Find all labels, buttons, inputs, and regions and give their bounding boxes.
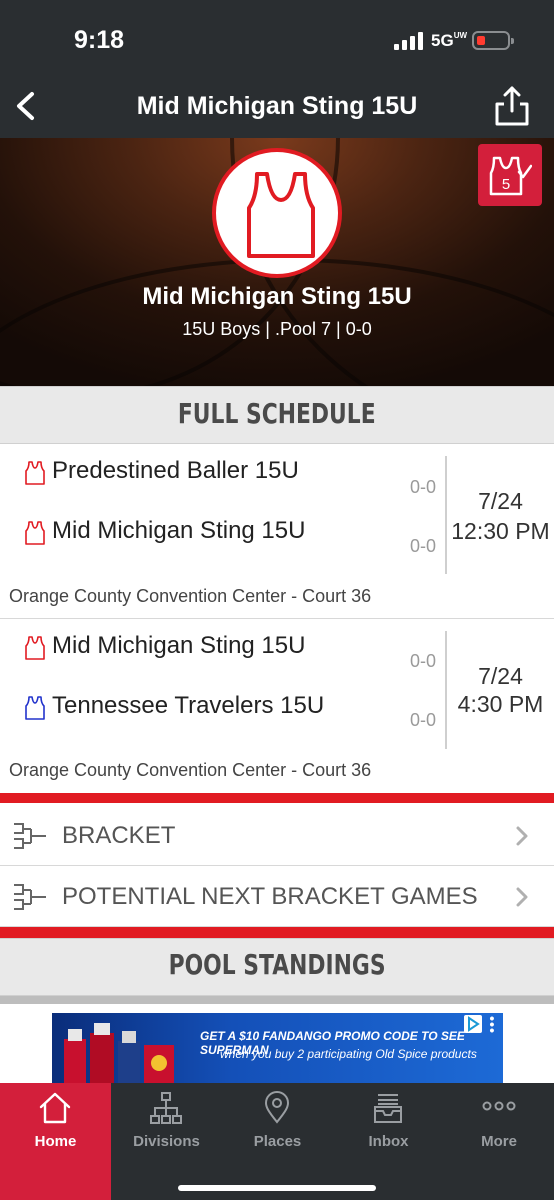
chevron-left-icon[interactable] [8,86,44,126]
product-image [64,1023,174,1083]
ad-subline: when you buy 2 participating Old Spice p… [220,1047,477,1061]
team-score: 0-0 [409,710,436,730]
team-name: Predestined Baller 15U [52,457,299,484]
jersey-icon [247,172,315,258]
jersey-icon [25,461,45,485]
battery-icon [472,31,514,50]
tab-divisions[interactable]: Divisions [111,1083,222,1165]
chevron-right-icon [516,826,528,846]
game-date: 7/24 [478,663,523,689]
tab-more[interactable]: More [444,1083,554,1165]
game-time: 4:30 PM [457,691,544,717]
team-name: Tennessee Travelers 15U [52,692,325,719]
badge-button[interactable]: 5 [478,144,542,206]
home-icon [39,1092,71,1124]
page-title: Mid Michigan Sting 15U [136,92,418,120]
ad-choices-icon[interactable] [464,1015,482,1033]
tab-home[interactable]: Home [0,1083,111,1165]
team-name: Mid Michigan Sting 15U [142,283,412,310]
game-venue: Orange County Convention Center - Court … [9,760,372,780]
tab-label: Inbox [368,1133,409,1150]
game-card[interactable]: Mid Michigan Sting 15U 0-0 Tennessee Tra… [0,619,554,793]
more-icon [482,1101,516,1111]
bracket-icon [14,884,46,910]
home-indicator [178,1185,376,1191]
team-score: 0-0 [409,477,436,497]
bracket-icon [14,823,46,849]
inbox-icon [374,1094,402,1123]
tab-places[interactable]: Places [222,1083,333,1165]
potential-bracket-row[interactable]: POTENTIAL NEXT BRACKET GAMES [0,866,554,927]
tab-label: Divisions [133,1133,200,1150]
jersey-icon [25,636,45,660]
jersey-check-icon: 5 [489,156,532,196]
divisions-icon [150,1092,182,1124]
signal-icon [394,32,423,50]
tab-label: More [481,1133,517,1150]
bracket-label: BRACKET [62,822,176,849]
tab-inbox[interactable]: Inbox [333,1083,444,1165]
tab-bar: Home Divisions Places Inbox More [0,1083,554,1200]
game-time: 12:30 PM [451,518,550,544]
ad-more-icon[interactable]: • • • [486,1013,498,1037]
red-divider [0,793,554,803]
chevron-right-icon [516,887,528,907]
team-score: 0-0 [409,651,436,671]
team-logo [212,148,342,278]
status-time: 9:18 [74,26,125,54]
bracket-row[interactable]: BRACKET [0,805,554,866]
game-card[interactable]: Predestined Baller 15U 0-0 Mid Michigan … [0,444,554,619]
network-label: 5GUW [431,31,468,50]
full-schedule-header: FULL SCHEDULE [0,386,554,444]
pool-standings-header: POOL STANDINGS [0,938,554,996]
team-score: 0-0 [409,536,436,556]
team-name: Mid Michigan Sting 15U [52,517,306,544]
tab-label: Home [34,1133,77,1150]
jersey-icon [25,696,45,720]
status-bar: 9:18 5GUW [0,0,554,74]
game-date: 7/24 [478,488,523,514]
team-meta: 15U Boys | .Pool 7 | 0-0 [182,319,372,339]
jersey-icon [25,521,45,545]
gray-divider [0,996,554,1004]
nav-bar: Mid Michigan Sting 15U [0,74,554,138]
game-venue: Orange County Convention Center - Court … [9,586,372,606]
ad-banner[interactable]: GET A $10 FANDANGO PROMO CODE TO SEE SUP… [52,1013,503,1083]
potential-bracket-label: POTENTIAL NEXT BRACKET GAMES [62,883,478,910]
team-name: Mid Michigan Sting 15U [52,632,306,659]
badge-number: 5 [502,176,510,193]
map-pin-icon [264,1091,290,1124]
team-hero: 5 Mid Michigan Sting 15U 15U Boys | .Poo… [0,138,554,386]
tab-label: Places [253,1133,302,1150]
red-divider [0,927,554,938]
share-icon[interactable] [494,84,530,128]
